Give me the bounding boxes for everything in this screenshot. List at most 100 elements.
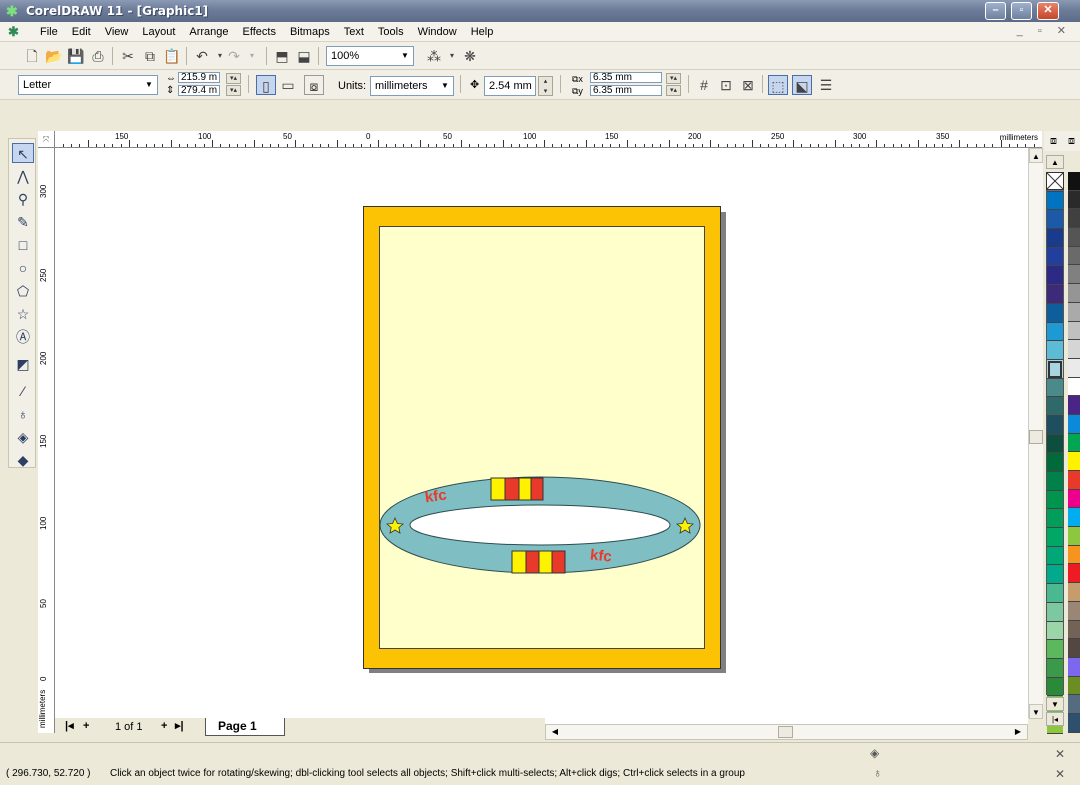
vertical-scroll-thumb[interactable] (1029, 430, 1043, 444)
color-swatch[interactable] (1047, 303, 1063, 323)
color-swatch[interactable] (1047, 453, 1063, 472)
color-palette-secondary[interactable] (1068, 172, 1080, 733)
eyedropper-tool-icon[interactable]: ⁄ (12, 381, 34, 401)
interactive-fill-tool-icon[interactable]: ◆ (12, 450, 34, 470)
color-swatch[interactable] (1068, 246, 1080, 266)
width-spinner[interactable]: ▾▴ (226, 73, 241, 84)
color-swatch[interactable] (1068, 564, 1080, 584)
color-swatch[interactable] (1068, 489, 1080, 509)
duplicate-x-field[interactable]: 6.35 mm (590, 72, 662, 83)
palette-scroll-up-icon[interactable]: ▲ (1046, 155, 1064, 169)
menu-text[interactable]: Text (337, 25, 371, 39)
add-page-before-icon[interactable]: + (83, 719, 89, 733)
color-swatch[interactable] (1068, 358, 1080, 378)
outline-tool-icon[interactable]: ♁ (12, 404, 34, 424)
vertical-ruler[interactable]: 300 250 200 150 100 50 0 millimeters (38, 148, 55, 733)
corel-online-icon[interactable]: ❋ (460, 46, 480, 66)
cut-icon[interactable]: ✂ (118, 46, 138, 66)
color-swatch[interactable] (1047, 378, 1063, 398)
interactive-tool-icon[interactable]: ◩ (12, 354, 34, 374)
ellipse-tool-icon[interactable]: ○ (12, 258, 34, 278)
scroll-left-icon[interactable]: ◀ (548, 725, 562, 739)
export-icon[interactable]: ⬓ (294, 46, 314, 66)
chevron-down-icon[interactable]: ▼ (399, 47, 411, 65)
shape-tool-icon[interactable]: ⋀ (12, 166, 34, 186)
snap-to-guidelines-icon[interactable]: ⊡ (716, 75, 736, 95)
artwork-page[interactable] (363, 206, 721, 669)
color-swatch[interactable] (1068, 396, 1080, 415)
redo-icon[interactable]: ↷ (224, 46, 244, 66)
coreldraw-app-icon[interactable]: ✱ (6, 3, 22, 19)
print-icon[interactable]: ⎙ (88, 46, 108, 66)
portrait-icon[interactable]: ▯ (256, 75, 276, 95)
color-swatch[interactable] (1047, 266, 1063, 286)
color-swatch[interactable] (1047, 191, 1063, 211)
menu-view[interactable]: View (98, 25, 136, 39)
chevron-down-icon[interactable]: ▼ (143, 76, 155, 94)
color-palette[interactable] (1046, 172, 1064, 734)
document-icon[interactable]: ✱ (8, 24, 19, 40)
color-swatch[interactable] (1068, 583, 1080, 602)
color-swatch[interactable] (1047, 341, 1063, 360)
color-swatch[interactable] (1047, 640, 1063, 659)
color-swatch[interactable] (1047, 621, 1063, 641)
horizontal-scrollbar[interactable]: ◀ ▶ (545, 724, 1028, 740)
menu-tools[interactable]: Tools (371, 25, 411, 39)
color-swatch[interactable] (1068, 414, 1080, 434)
set-all-pages-icon[interactable]: ⧇ (304, 75, 324, 95)
palette-flyout-icon[interactable]: ⧈ (1068, 135, 1075, 148)
outline-indicator-icon[interactable]: ♁ (873, 766, 882, 780)
color-swatch[interactable] (1068, 172, 1080, 191)
color-swatch[interactable] (1068, 209, 1080, 229)
fill-indicator-icon[interactable]: ◈ (870, 746, 879, 760)
color-swatch[interactable] (1047, 584, 1063, 603)
zoom-tool-icon[interactable]: ⚲ (12, 189, 34, 209)
page-height-field[interactable]: 279.4 m (178, 85, 221, 96)
menu-window[interactable]: Window (411, 25, 464, 39)
landscape-icon[interactable]: ▭ (278, 75, 298, 95)
scroll-down-icon[interactable]: ▼ (1029, 704, 1043, 719)
menu-edit[interactable]: Edit (65, 25, 98, 39)
basic-shapes-tool-icon[interactable]: ☆ (12, 304, 34, 324)
menu-arrange[interactable]: Arrange (182, 25, 235, 39)
no-color-swatch[interactable] (1046, 172, 1064, 190)
rectangle-tool-icon[interactable]: □ (12, 235, 34, 255)
vertical-scrollbar[interactable]: ▲ ▼ (1028, 148, 1043, 719)
color-swatch[interactable] (1068, 340, 1080, 359)
color-swatch[interactable] (1068, 284, 1080, 303)
pick-tool-icon[interactable]: ↖ (12, 143, 34, 163)
horizontal-scroll-thumb[interactable] (778, 726, 793, 738)
color-swatch[interactable] (1047, 322, 1063, 342)
color-swatch[interactable] (1068, 527, 1080, 546)
color-swatch[interactable] (1068, 228, 1080, 247)
color-swatch[interactable] (1047, 229, 1063, 248)
fill-tool-icon[interactable]: ◈ (12, 427, 34, 447)
new-icon[interactable]: 🗋 (22, 46, 42, 66)
color-swatch[interactable] (1068, 620, 1080, 640)
page-width-field[interactable]: 215.9 m (178, 72, 221, 83)
copy-icon[interactable]: ⧉ (140, 46, 160, 66)
drawing-canvas[interactable]: kfc kfc (55, 148, 1028, 733)
color-swatch[interactable] (1068, 676, 1080, 696)
color-swatch[interactable] (1068, 190, 1080, 210)
draw-objects-icon[interactable]: ⬕ (792, 75, 812, 95)
save-icon[interactable]: 💾 (66, 46, 86, 66)
color-swatch[interactable] (1068, 713, 1080, 733)
color-swatch[interactable] (1068, 452, 1080, 471)
palette-expand-icon[interactable]: |◂ (1046, 712, 1064, 726)
color-swatch[interactable] (1068, 601, 1080, 621)
snap-to-grid-icon[interactable]: # (694, 75, 714, 95)
color-swatch[interactable] (1047, 602, 1063, 622)
palette-flyout-icon[interactable]: ⧈ (1050, 135, 1057, 148)
nudge-spinner[interactable]: ▴ ▾ (538, 76, 553, 96)
color-swatch[interactable] (1068, 302, 1080, 322)
palette-scroll-down-icon[interactable]: ▼ (1046, 697, 1064, 711)
units-combo[interactable]: millimeters ▼ (370, 76, 454, 96)
options-icon[interactable]: ☰ (816, 75, 836, 95)
color-swatch[interactable] (1047, 546, 1063, 566)
color-swatch[interactable] (1068, 639, 1080, 658)
polygon-tool-icon[interactable]: ⬠ (12, 281, 34, 301)
color-swatch[interactable] (1068, 508, 1080, 528)
duplicate-x-spinner[interactable]: ▾▴ (666, 73, 681, 84)
color-swatch[interactable] (1047, 210, 1063, 230)
